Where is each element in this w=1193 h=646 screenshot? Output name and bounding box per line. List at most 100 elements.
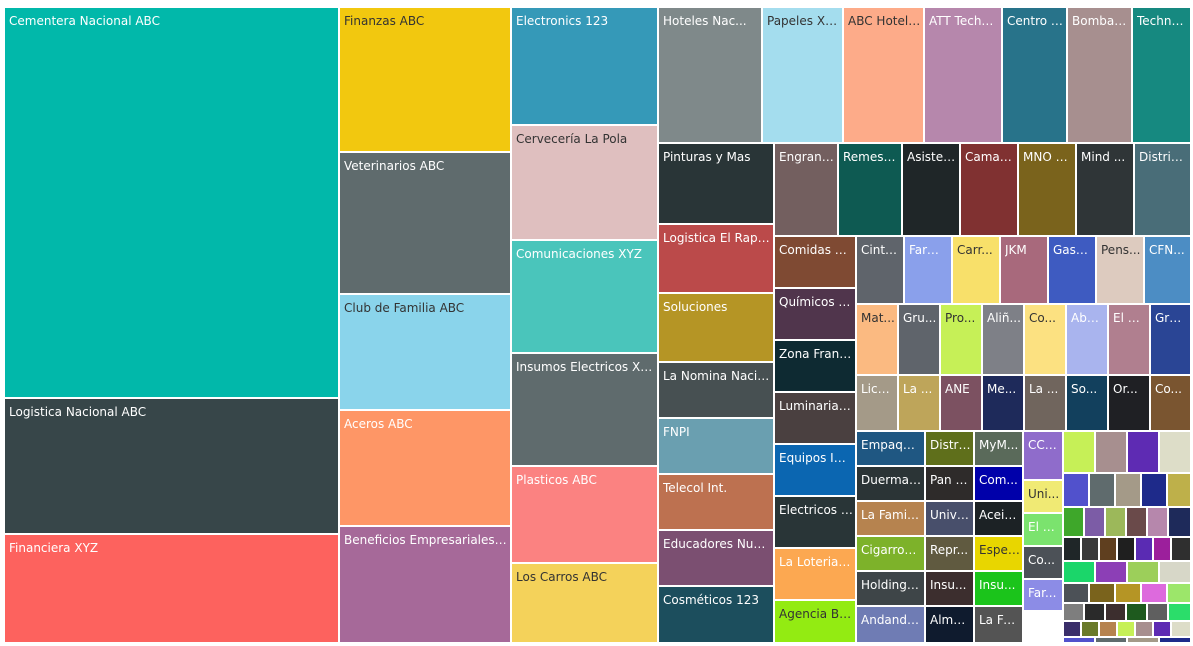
treemap-tile[interactable]: JKM xyxy=(1000,236,1048,304)
treemap-tile[interactable]: Veterinarios ABC xyxy=(339,152,511,294)
treemap-tile[interactable]: Insu... xyxy=(974,571,1023,606)
treemap-tile-small[interactable] xyxy=(1147,507,1168,537)
treemap-tile[interactable]: Club de Familia ABC xyxy=(339,294,511,410)
treemap-tile-small[interactable] xyxy=(1063,431,1095,473)
treemap-tile[interactable]: Educadores Nuevos xyxy=(658,530,774,586)
treemap-tile-small[interactable] xyxy=(1105,507,1126,537)
treemap-tile-small[interactable] xyxy=(1081,621,1099,637)
treemap-tile[interactable]: Repr... xyxy=(925,536,974,571)
treemap-tile-small[interactable] xyxy=(1127,431,1159,473)
treemap-tile[interactable]: Insu... xyxy=(925,571,974,606)
treemap-tile[interactable]: Electronics 123 xyxy=(511,7,658,125)
treemap-tile-small[interactable] xyxy=(1063,621,1081,637)
treemap-tile-small[interactable] xyxy=(1063,537,1081,561)
treemap-tile[interactable]: Me... xyxy=(982,375,1024,431)
treemap-tile[interactable]: Pens... xyxy=(1096,236,1144,304)
treemap-tile[interactable]: Finanzas ABC xyxy=(339,7,511,152)
treemap-tile[interactable]: Aceit... xyxy=(974,501,1023,536)
treemap-tile-small[interactable] xyxy=(1159,637,1191,643)
treemap-tile[interactable]: La ... xyxy=(1024,375,1066,431)
treemap-tile[interactable]: Pinturas y Mas xyxy=(658,143,774,224)
treemap-tile-small[interactable] xyxy=(1159,561,1191,583)
treemap-tile-small[interactable] xyxy=(1099,621,1117,637)
treemap-tile-small[interactable] xyxy=(1115,583,1141,603)
treemap-tile-small[interactable] xyxy=(1153,537,1171,561)
treemap-tile[interactable]: Asisten... xyxy=(902,143,960,236)
treemap-tile-small[interactable] xyxy=(1063,507,1084,537)
treemap-tile-small[interactable] xyxy=(1063,603,1084,621)
treemap-tile[interactable]: CC12... xyxy=(1023,431,1063,480)
treemap-tile[interactable]: Far... xyxy=(1023,579,1063,611)
treemap-tile[interactable]: Espec... xyxy=(974,536,1023,571)
treemap-tile[interactable]: Com... xyxy=(974,466,1023,501)
treemap-tile-small[interactable] xyxy=(1127,637,1159,643)
treemap-tile[interactable]: ABC Hotels ... xyxy=(843,7,924,143)
treemap-tile-small[interactable] xyxy=(1095,431,1127,473)
treemap-tile[interactable]: Andando... xyxy=(856,606,925,643)
treemap-tile[interactable]: Cigarros ... xyxy=(856,536,925,571)
treemap-tile[interactable]: Pan y... xyxy=(925,466,974,501)
treemap-tile[interactable]: Duerma ... xyxy=(856,466,925,501)
treemap-tile[interactable]: Los Carros ABC xyxy=(511,563,658,643)
treemap-tile[interactable]: Beneficios Empresariales ABC xyxy=(339,526,511,643)
treemap-tile[interactable]: Distri... xyxy=(925,431,974,466)
treemap-tile[interactable]: Logistica El Rapid... xyxy=(658,224,774,293)
treemap-tile-small[interactable] xyxy=(1084,603,1105,621)
treemap-tile-small[interactable] xyxy=(1084,507,1105,537)
treemap-tile[interactable]: Distrib... xyxy=(1134,143,1191,236)
treemap-tile[interactable]: Abo... xyxy=(1066,304,1108,375)
treemap-tile[interactable]: La Nomina Nacio... xyxy=(658,362,774,418)
treemap-tile[interactable]: Electricos la... xyxy=(774,496,856,548)
treemap-tile[interactable]: Technol... xyxy=(1132,7,1191,143)
treemap-tile[interactable]: Co... xyxy=(1024,304,1066,375)
treemap-tile[interactable]: Unive... xyxy=(925,501,974,536)
treemap-tile[interactable]: Uni... xyxy=(1023,480,1063,513)
treemap-tile[interactable]: MyM... xyxy=(974,431,1023,466)
treemap-tile[interactable]: El El... xyxy=(1108,304,1150,375)
treemap-tile-small[interactable] xyxy=(1095,561,1127,583)
treemap-tile[interactable]: Gru... xyxy=(1150,304,1191,375)
treemap-tile[interactable]: Centro C... xyxy=(1002,7,1067,143)
treemap-tile[interactable]: Carr... xyxy=(952,236,1000,304)
treemap-tile[interactable]: ATT Techn... xyxy=(924,7,1002,143)
treemap-tile-small[interactable] xyxy=(1126,507,1147,537)
treemap-tile-small[interactable] xyxy=(1089,583,1115,603)
treemap-tile[interactable]: Telecol Int. xyxy=(658,474,774,530)
treemap-tile[interactable]: ANE xyxy=(940,375,982,431)
treemap-tile-small[interactable] xyxy=(1135,621,1153,637)
treemap-tile[interactable]: Cosméticos 123 xyxy=(658,586,774,643)
treemap-tile-small[interactable] xyxy=(1168,603,1191,621)
treemap-tile-small[interactable] xyxy=(1135,537,1153,561)
treemap-tile[interactable]: Pro... xyxy=(940,304,982,375)
treemap-tile-small[interactable] xyxy=(1127,561,1159,583)
treemap-tile-small[interactable] xyxy=(1168,507,1191,537)
treemap-tile-small[interactable] xyxy=(1141,473,1167,507)
treemap-tile-small[interactable] xyxy=(1117,537,1135,561)
treemap-tile-small[interactable] xyxy=(1117,621,1135,637)
treemap-tile[interactable]: Engranaj... xyxy=(774,143,838,236)
treemap-tile[interactable]: Aliñ... xyxy=(982,304,1024,375)
treemap-tile-small[interactable] xyxy=(1159,431,1191,473)
treemap-tile[interactable]: Papeles XYZ xyxy=(762,7,843,143)
treemap-tile[interactable]: Or... xyxy=(1108,375,1150,431)
treemap-tile[interactable]: Remesa... xyxy=(838,143,902,236)
treemap-tile[interactable]: Cementera Nacional ABC xyxy=(4,7,339,398)
treemap-tile[interactable]: Químicos A... xyxy=(774,288,856,340)
treemap-tile[interactable]: La Fe... xyxy=(974,606,1023,643)
treemap-tile-small[interactable] xyxy=(1167,473,1191,507)
treemap-tile[interactable]: Luminarias ... xyxy=(774,392,856,444)
treemap-tile[interactable]: Agencia BT... xyxy=(774,600,856,643)
treemap-tile[interactable]: Zona Franc... xyxy=(774,340,856,392)
treemap-tile[interactable]: FNPI xyxy=(658,418,774,474)
treemap-tile[interactable]: Co... xyxy=(1023,546,1063,579)
treemap-tile[interactable]: Gase... xyxy=(1048,236,1096,304)
treemap-tile[interactable]: MNO L... xyxy=(1018,143,1076,236)
treemap-tile[interactable]: Licores Inc. xyxy=(856,375,898,431)
treemap-tile[interactable]: Gru... xyxy=(898,304,940,375)
treemap-tile[interactable]: So... xyxy=(1066,375,1108,431)
treemap-tile-small[interactable] xyxy=(1147,603,1168,621)
treemap-tile[interactable]: Bombas ... xyxy=(1067,7,1132,143)
treemap-tile[interactable]: Empaque... xyxy=(856,431,925,466)
treemap-tile[interactable]: Insumos Electricos XYZ xyxy=(511,353,658,466)
treemap-tile-small[interactable] xyxy=(1167,583,1191,603)
